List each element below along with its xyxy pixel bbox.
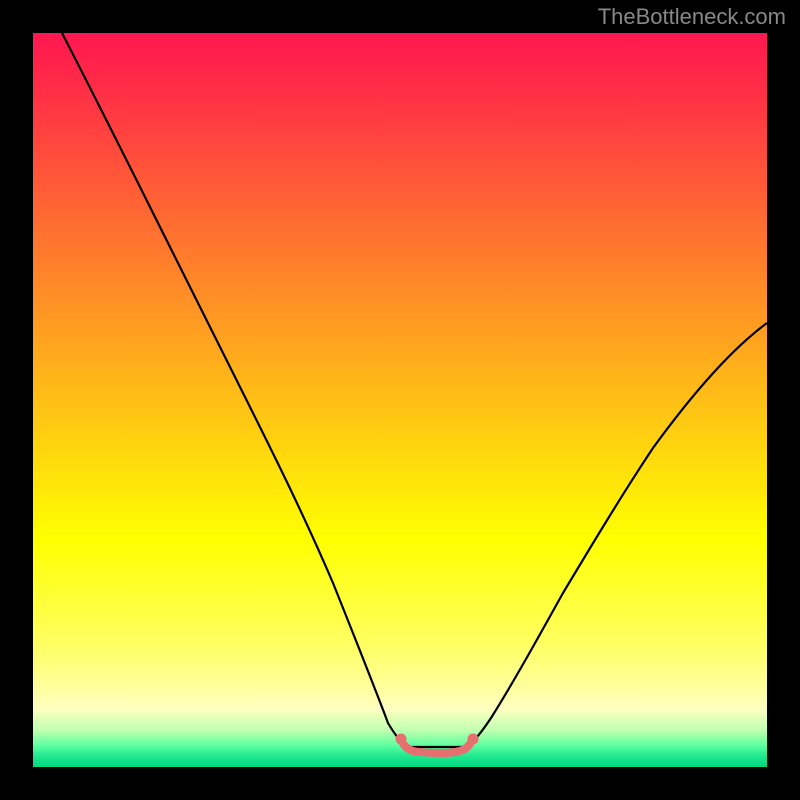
marker-dot-right [468,734,479,745]
watermark-label: TheBottleneck.com [598,4,786,30]
bottleneck-curve-line [62,33,767,747]
curve-svg [33,33,767,767]
plot-area [33,33,767,767]
chart-container: TheBottleneck.com [0,0,800,800]
marker-dot-left [396,734,407,745]
